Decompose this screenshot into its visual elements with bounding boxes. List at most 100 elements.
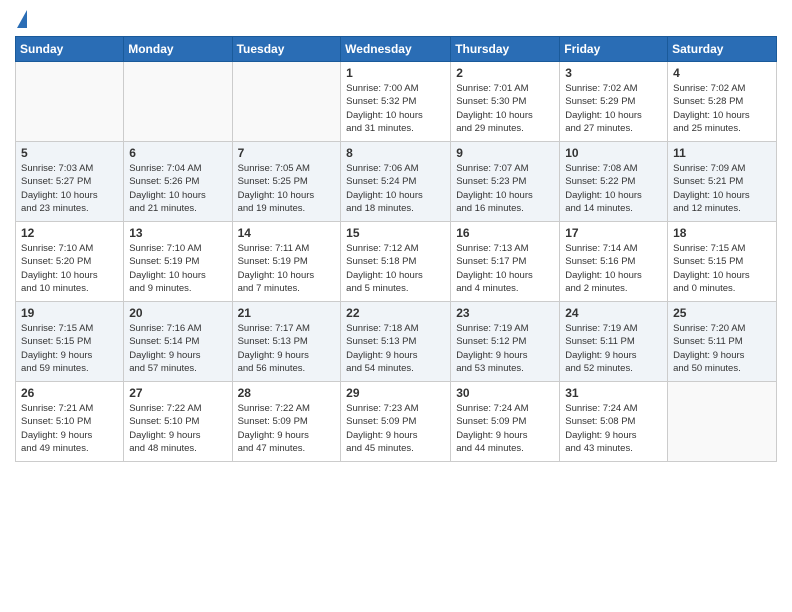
day-number: 22 <box>346 306 445 320</box>
day-info: Sunrise: 7:22 AM Sunset: 5:09 PM Dayligh… <box>238 402 336 455</box>
day-info: Sunrise: 7:05 AM Sunset: 5:25 PM Dayligh… <box>238 162 336 215</box>
day-number: 4 <box>673 66 771 80</box>
day-info: Sunrise: 7:22 AM Sunset: 5:10 PM Dayligh… <box>129 402 226 455</box>
calendar-table: SundayMondayTuesdayWednesdayThursdayFrid… <box>15 36 777 462</box>
calendar-cell <box>668 382 777 462</box>
day-number: 14 <box>238 226 336 240</box>
calendar-header-monday: Monday <box>124 37 232 62</box>
day-info: Sunrise: 7:14 AM Sunset: 5:16 PM Dayligh… <box>565 242 662 295</box>
calendar-header-wednesday: Wednesday <box>341 37 451 62</box>
calendar-cell <box>16 62 124 142</box>
day-number: 15 <box>346 226 445 240</box>
day-info: Sunrise: 7:21 AM Sunset: 5:10 PM Dayligh… <box>21 402 118 455</box>
day-info: Sunrise: 7:02 AM Sunset: 5:28 PM Dayligh… <box>673 82 771 135</box>
calendar-header-tuesday: Tuesday <box>232 37 341 62</box>
day-info: Sunrise: 7:18 AM Sunset: 5:13 PM Dayligh… <box>346 322 445 375</box>
calendar-week-1: 1 Sunrise: 7:00 AM Sunset: 5:32 PM Daylig… <box>16 62 777 142</box>
day-info: Sunrise: 7:23 AM Sunset: 5:09 PM Dayligh… <box>346 402 445 455</box>
day-info: Sunrise: 7:11 AM Sunset: 5:19 PM Dayligh… <box>238 242 336 295</box>
calendar-cell: 20 Sunrise: 7:16 AM Sunset: 5:14 PM Dayli… <box>124 302 232 382</box>
calendar-cell: 22 Sunrise: 7:18 AM Sunset: 5:13 PM Dayli… <box>341 302 451 382</box>
day-info: Sunrise: 7:00 AM Sunset: 5:32 PM Dayligh… <box>346 82 445 135</box>
day-number: 9 <box>456 146 554 160</box>
calendar-cell: 11 Sunrise: 7:09 AM Sunset: 5:21 PM Dayli… <box>668 142 777 222</box>
day-info: Sunrise: 7:17 AM Sunset: 5:13 PM Dayligh… <box>238 322 336 375</box>
day-info: Sunrise: 7:24 AM Sunset: 5:08 PM Dayligh… <box>565 402 662 455</box>
calendar-cell: 7Sunrise: 7:05 AM Sunset: 5:25 PM Daylig… <box>232 142 341 222</box>
day-info: Sunrise: 7:03 AM Sunset: 5:27 PM Dayligh… <box>21 162 118 215</box>
day-number: 17 <box>565 226 662 240</box>
logo <box>15 10 27 28</box>
calendar-header-friday: Friday <box>560 37 668 62</box>
calendar-cell: 2Sunrise: 7:01 AM Sunset: 5:30 PM Daylig… <box>451 62 560 142</box>
calendar-cell: 9 Sunrise: 7:07 AM Sunset: 5:23 PM Daylig… <box>451 142 560 222</box>
calendar-cell: 14 Sunrise: 7:11 AM Sunset: 5:19 PM Dayli… <box>232 222 341 302</box>
calendar-cell <box>232 62 341 142</box>
calendar-header-row: SundayMondayTuesdayWednesdayThursdayFrid… <box>16 37 777 62</box>
calendar-cell: 16Sunrise: 7:13 AM Sunset: 5:17 PM Dayli… <box>451 222 560 302</box>
day-number: 11 <box>673 146 771 160</box>
day-info: Sunrise: 7:02 AM Sunset: 5:29 PM Dayligh… <box>565 82 662 135</box>
day-number: 1 <box>346 66 445 80</box>
day-number: 21 <box>238 306 336 320</box>
day-number: 5 <box>21 146 118 160</box>
calendar-cell: 30 Sunrise: 7:24 AM Sunset: 5:09 PM Dayli… <box>451 382 560 462</box>
calendar-cell: 6 Sunrise: 7:04 AM Sunset: 5:26 PM Daylig… <box>124 142 232 222</box>
day-info: Sunrise: 7:15 AM Sunset: 5:15 PM Dayligh… <box>673 242 771 295</box>
calendar-header-thursday: Thursday <box>451 37 560 62</box>
calendar-cell: 13 Sunrise: 7:10 AM Sunset: 5:19 PM Dayli… <box>124 222 232 302</box>
calendar-cell: 25 Sunrise: 7:20 AM Sunset: 5:11 PM Dayli… <box>668 302 777 382</box>
calendar-cell: 12 Sunrise: 7:10 AM Sunset: 5:20 PM Dayli… <box>16 222 124 302</box>
day-number: 23 <box>456 306 554 320</box>
day-number: 29 <box>346 386 445 400</box>
day-info: Sunrise: 7:10 AM Sunset: 5:19 PM Dayligh… <box>129 242 226 295</box>
calendar-header-sunday: Sunday <box>16 37 124 62</box>
day-number: 8 <box>346 146 445 160</box>
calendar-cell: 28 Sunrise: 7:22 AM Sunset: 5:09 PM Dayli… <box>232 382 341 462</box>
day-number: 18 <box>673 226 771 240</box>
calendar-week-2: 5 Sunrise: 7:03 AM Sunset: 5:27 PM Daylig… <box>16 142 777 222</box>
day-info: Sunrise: 7:09 AM Sunset: 5:21 PM Dayligh… <box>673 162 771 215</box>
day-info: Sunrise: 7:15 AM Sunset: 5:15 PM Dayligh… <box>21 322 118 375</box>
logo-icon <box>17 10 27 28</box>
calendar-cell: 5 Sunrise: 7:03 AM Sunset: 5:27 PM Daylig… <box>16 142 124 222</box>
day-number: 13 <box>129 226 226 240</box>
calendar-cell: 18 Sunrise: 7:15 AM Sunset: 5:15 PM Dayli… <box>668 222 777 302</box>
day-number: 25 <box>673 306 771 320</box>
calendar-cell: 8Sunrise: 7:06 AM Sunset: 5:24 PM Daylig… <box>341 142 451 222</box>
day-number: 27 <box>129 386 226 400</box>
page-header <box>15 10 777 28</box>
day-info: Sunrise: 7:08 AM Sunset: 5:22 PM Dayligh… <box>565 162 662 215</box>
calendar-cell: 19Sunrise: 7:15 AM Sunset: 5:15 PM Dayli… <box>16 302 124 382</box>
day-number: 26 <box>21 386 118 400</box>
day-info: Sunrise: 7:24 AM Sunset: 5:09 PM Dayligh… <box>456 402 554 455</box>
day-number: 10 <box>565 146 662 160</box>
day-info: Sunrise: 7:12 AM Sunset: 5:18 PM Dayligh… <box>346 242 445 295</box>
day-number: 28 <box>238 386 336 400</box>
calendar-week-3: 12 Sunrise: 7:10 AM Sunset: 5:20 PM Dayli… <box>16 222 777 302</box>
calendar-cell: 4 Sunrise: 7:02 AM Sunset: 5:28 PM Daylig… <box>668 62 777 142</box>
day-number: 30 <box>456 386 554 400</box>
calendar-cell: 17 Sunrise: 7:14 AM Sunset: 5:16 PM Dayli… <box>560 222 668 302</box>
day-number: 20 <box>129 306 226 320</box>
day-info: Sunrise: 7:19 AM Sunset: 5:11 PM Dayligh… <box>565 322 662 375</box>
calendar-cell: 24 Sunrise: 7:19 AM Sunset: 5:11 PM Dayli… <box>560 302 668 382</box>
day-info: Sunrise: 7:20 AM Sunset: 5:11 PM Dayligh… <box>673 322 771 375</box>
day-info: Sunrise: 7:16 AM Sunset: 5:14 PM Dayligh… <box>129 322 226 375</box>
calendar-cell: 3 Sunrise: 7:02 AM Sunset: 5:29 PM Daylig… <box>560 62 668 142</box>
calendar-cell: 31 Sunrise: 7:24 AM Sunset: 5:08 PM Dayli… <box>560 382 668 462</box>
day-number: 31 <box>565 386 662 400</box>
calendar-cell: 27 Sunrise: 7:22 AM Sunset: 5:10 PM Dayli… <box>124 382 232 462</box>
day-number: 6 <box>129 146 226 160</box>
day-info: Sunrise: 7:07 AM Sunset: 5:23 PM Dayligh… <box>456 162 554 215</box>
day-number: 24 <box>565 306 662 320</box>
calendar-header-saturday: Saturday <box>668 37 777 62</box>
day-info: Sunrise: 7:01 AM Sunset: 5:30 PM Dayligh… <box>456 82 554 135</box>
day-info: Sunrise: 7:04 AM Sunset: 5:26 PM Dayligh… <box>129 162 226 215</box>
day-number: 3 <box>565 66 662 80</box>
calendar-week-5: 26 Sunrise: 7:21 AM Sunset: 5:10 PM Dayli… <box>16 382 777 462</box>
calendar-cell: 23Sunrise: 7:19 AM Sunset: 5:12 PM Dayli… <box>451 302 560 382</box>
day-info: Sunrise: 7:10 AM Sunset: 5:20 PM Dayligh… <box>21 242 118 295</box>
calendar-cell: 29 Sunrise: 7:23 AM Sunset: 5:09 PM Dayli… <box>341 382 451 462</box>
day-number: 12 <box>21 226 118 240</box>
